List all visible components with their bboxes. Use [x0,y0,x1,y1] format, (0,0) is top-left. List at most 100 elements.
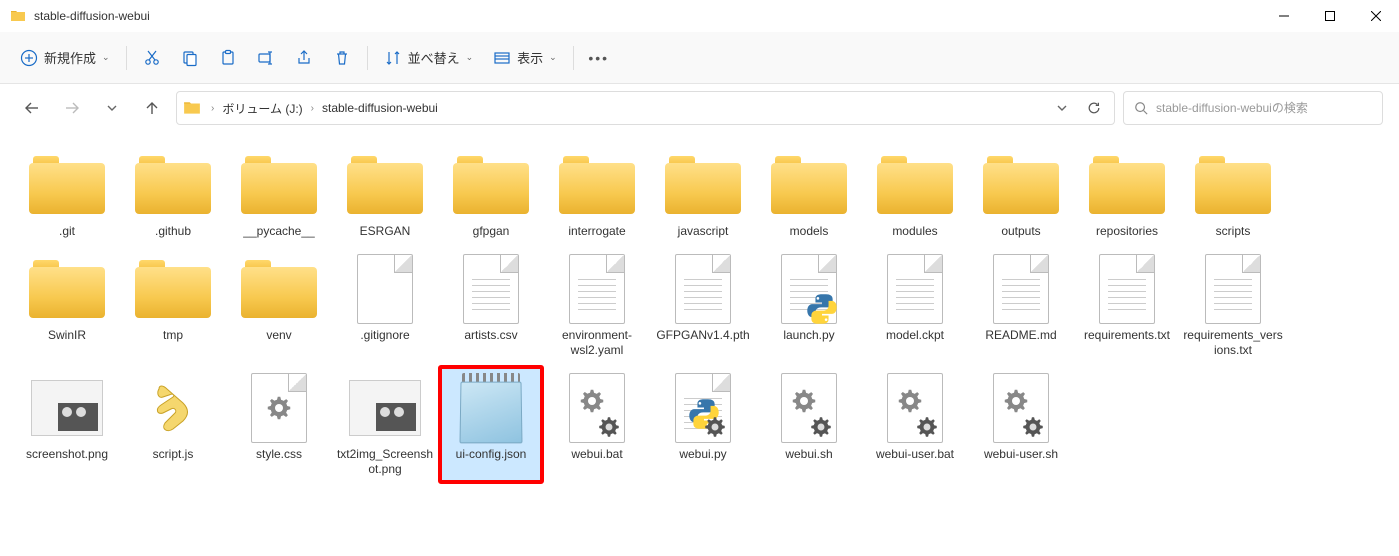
file-icon [1099,254,1155,324]
copy-button[interactable] [171,40,209,76]
folder-icon [10,8,26,24]
file-name-label: .git [59,224,75,240]
file-item[interactable]: gfpgan [438,142,544,246]
separator [573,46,574,70]
file-item[interactable]: ESRGAN [332,142,438,246]
minimize-button[interactable] [1261,0,1307,32]
address-bar[interactable]: › ボリューム (J:) › stable-diffusion-webui [176,91,1115,125]
file-item[interactable]: .git [14,142,120,246]
file-item[interactable]: ui-config.json [438,365,544,484]
share-icon [295,49,313,67]
file-item[interactable]: txt2img_Screenshot.png [332,365,438,484]
file-item[interactable]: tmp [120,246,226,365]
new-icon [20,49,38,67]
file-item[interactable]: repositories [1074,142,1180,246]
recent-button[interactable] [96,92,128,124]
file-name-label: gfpgan [473,224,510,240]
file-item[interactable]: .github [120,142,226,246]
file-item[interactable]: webui.py [650,365,756,484]
file-item[interactable]: model.ckpt [862,246,968,365]
file-name-label: screenshot.png [26,447,108,463]
file-name-label: README.md [985,328,1056,344]
sort-label: 並べ替え [408,48,460,67]
cut-icon [143,49,161,67]
file-item[interactable]: venv [226,246,332,365]
file-item[interactable]: requirements.txt [1074,246,1180,365]
view-button[interactable]: 表示 ⌄ [483,40,567,76]
rename-button[interactable] [247,40,285,76]
chevron-right-icon: › [211,103,214,114]
file-item[interactable]: .gitignore [332,246,438,365]
file-item[interactable]: style.css [226,365,332,484]
file-icon [675,254,731,324]
file-item[interactable]: launch.py [756,246,862,365]
file-icon [569,254,625,324]
file-name-label: GFPGANv1.4.pth [656,328,749,344]
paste-button[interactable] [209,40,247,76]
file-name-label: style.css [256,447,302,463]
file-grid: .git .github__pycache__ESRGAN gfpgan interr… [0,132,1399,494]
up-button[interactable] [136,92,168,124]
file-item[interactable]: webui.bat [544,365,650,484]
python-file-icon [781,254,837,324]
folder-icon [983,156,1059,214]
file-item[interactable]: SwinIR [14,246,120,365]
window-title: stable-diffusion-webui [34,9,1261,23]
breadcrumb-segment[interactable]: stable-diffusion-webui [318,101,442,115]
file-item[interactable]: requirements_versions.txt [1180,246,1286,365]
search-input[interactable] [1156,101,1372,115]
maximize-button[interactable] [1307,0,1353,32]
delete-icon [333,49,351,67]
refresh-button[interactable] [1080,94,1108,122]
file-item[interactable]: environment-wsl2.yaml [544,246,650,365]
file-item[interactable]: models [756,142,862,246]
file-item[interactable]: javascript [650,142,756,246]
file-item[interactable]: webui-user.bat [862,365,968,484]
forward-button[interactable] [56,92,88,124]
search-box[interactable] [1123,91,1383,125]
folder-icon [135,260,211,318]
cut-button[interactable] [133,40,171,76]
address-dropdown-button[interactable] [1048,94,1076,122]
more-button[interactable]: ••• [580,40,618,76]
folder-icon [135,156,211,214]
paste-icon [219,49,237,67]
file-name-label: webui.sh [785,447,832,463]
file-item[interactable]: artists.csv [438,246,544,365]
file-icon [463,254,519,324]
folder-icon [559,156,635,214]
file-item[interactable]: webui-user.sh [968,365,1074,484]
sort-button[interactable]: 並べ替え ⌄ [374,40,484,76]
file-item[interactable]: screenshot.png [14,365,120,484]
chevron-down-icon: ⌄ [102,52,110,63]
navigation-row: › ボリューム (J:) › stable-diffusion-webui [0,84,1399,132]
folder-icon [183,99,201,117]
file-item[interactable]: webui.sh [756,365,862,484]
file-item[interactable]: scripts [1180,142,1286,246]
image-thumbnail-icon [31,380,103,436]
new-button[interactable]: 新規作成 ⌄ [10,40,120,76]
notepad-icon [456,373,526,443]
breadcrumb-segment[interactable]: ボリューム (J:) [218,100,306,117]
file-icon [993,254,1049,324]
file-item[interactable]: script.js [120,365,226,484]
close-button[interactable] [1353,0,1399,32]
file-item[interactable]: outputs [968,142,1074,246]
folder-icon [665,156,741,214]
file-name-label: environment-wsl2.yaml [547,328,647,359]
share-button[interactable] [285,40,323,76]
file-item[interactable]: __pycache__ [226,142,332,246]
window-controls [1261,0,1399,32]
delete-button[interactable] [323,40,361,76]
file-name-label: outputs [1001,224,1040,240]
file-name-label: model.ckpt [886,328,944,344]
back-button[interactable] [16,92,48,124]
file-item[interactable]: GFPGANv1.4.pth [650,246,756,365]
file-item[interactable]: README.md [968,246,1074,365]
file-item[interactable]: modules [862,142,968,246]
file-item[interactable]: interrogate [544,142,650,246]
file-name-label: webui.bat [571,447,622,463]
folder-icon [347,156,423,214]
file-name-label: ui-config.json [456,447,527,463]
folder-icon [877,156,953,214]
